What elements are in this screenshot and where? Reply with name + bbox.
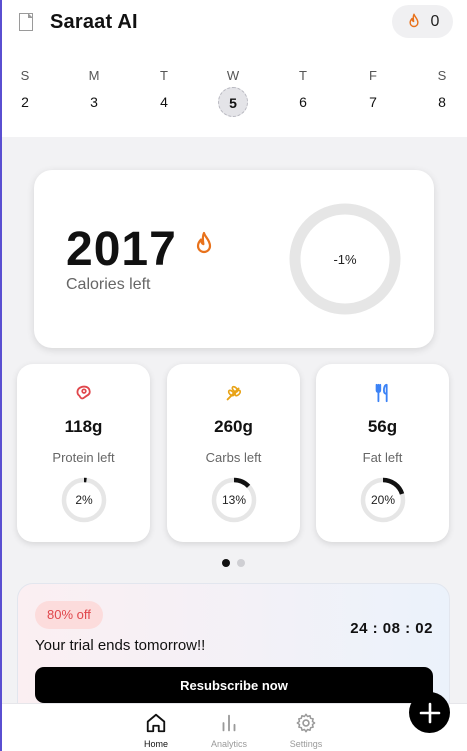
nav-settings[interactable]: Settings — [276, 712, 336, 749]
day-date: 7 — [369, 94, 377, 110]
streak-count: 0 — [430, 12, 440, 30]
nav-settings-label: Settings — [289, 739, 323, 749]
gear-icon — [296, 713, 316, 733]
day-name: S — [437, 68, 447, 83]
macro-percent: 20% — [370, 493, 396, 507]
day-name: W — [226, 68, 240, 83]
broken-image-logo-icon — [17, 11, 37, 33]
streak-button[interactable]: 0 — [392, 5, 453, 38]
nav-home[interactable]: Home — [126, 712, 186, 749]
day-date: 5 — [218, 87, 248, 117]
resubscribe-button[interactable]: Resubscribe now — [35, 667, 433, 703]
utensils-icon — [375, 383, 388, 403]
macro-label: Fat left — [362, 450, 403, 465]
week-strip: S2M3T4W5T6F7S8 — [2, 65, 467, 125]
macro-value: 56g — [367, 417, 398, 436]
calories-percent: -1% — [333, 251, 357, 267]
day-date: 2 — [21, 94, 29, 110]
wheat-icon — [226, 385, 242, 401]
day-name: S — [20, 68, 30, 83]
pager-dot[interactable] — [237, 559, 245, 567]
nav-analytics-label: Analytics — [210, 739, 247, 749]
day-date: 3 — [90, 94, 98, 110]
macro-percent: 2% — [75, 493, 93, 507]
plus-icon — [419, 702, 440, 723]
macro-label: Protein left — [52, 450, 115, 465]
pager-dot-active[interactable] — [222, 559, 230, 567]
day-1[interactable]: M3 — [76, 65, 112, 117]
flame-icon — [196, 231, 212, 254]
trial-card: 80% off Your trial ends tomorrow!! 24 : … — [17, 583, 450, 723]
home-icon — [146, 713, 166, 733]
calories-value: 2017 — [66, 223, 177, 276]
calories-card[interactable]: 2017 Calories left -1% — [34, 170, 434, 348]
macro-value: 260g — [214, 417, 253, 436]
day-2[interactable]: T4 — [146, 65, 182, 117]
day-date: 8 — [438, 94, 446, 110]
day-date: 4 — [160, 94, 168, 110]
steak-icon — [76, 385, 91, 400]
add-button[interactable] — [409, 692, 450, 733]
day-name: T — [160, 68, 168, 83]
calories-label: Calories left — [66, 276, 151, 293]
day-date: 6 — [299, 94, 307, 110]
carousel-pager — [222, 559, 245, 567]
day-5[interactable]: F7 — [355, 65, 391, 117]
day-0[interactable]: S2 — [7, 65, 43, 117]
day-6[interactable]: S8 — [424, 65, 460, 117]
day-name: M — [88, 68, 100, 83]
day-name: F — [369, 68, 377, 83]
header: Saraat AI 0 S2M3T4W5T6F7S8 — [2, 0, 467, 137]
bottom-nav: Home Analytics Settings — [2, 703, 467, 751]
nav-home-label: Home — [143, 739, 168, 749]
flame-icon — [408, 13, 419, 27]
discount-badge: 80% off — [35, 601, 103, 629]
macro-card[interactable]: 56g Fat left 20% — [316, 364, 449, 542]
day-3[interactable]: W5 — [215, 65, 251, 117]
analytics-icon — [222, 714, 236, 732]
macro-card[interactable]: 260g Carbs left 13% — [167, 364, 300, 542]
nav-analytics[interactable]: Analytics — [199, 712, 259, 749]
macro-percent: 13% — [221, 493, 247, 507]
macro-label: Carbs left — [205, 450, 262, 465]
macro-value: 118g — [64, 417, 103, 436]
macro-card[interactable]: 118g Protein left 2% — [17, 364, 150, 542]
day-name: T — [299, 68, 307, 83]
trial-message: Your trial ends tomorrow!! — [35, 637, 206, 654]
countdown-timer: 24 : 08 : 02 — [350, 620, 433, 637]
app-title: Saraat AI — [50, 11, 138, 33]
day-4[interactable]: T6 — [285, 65, 321, 117]
